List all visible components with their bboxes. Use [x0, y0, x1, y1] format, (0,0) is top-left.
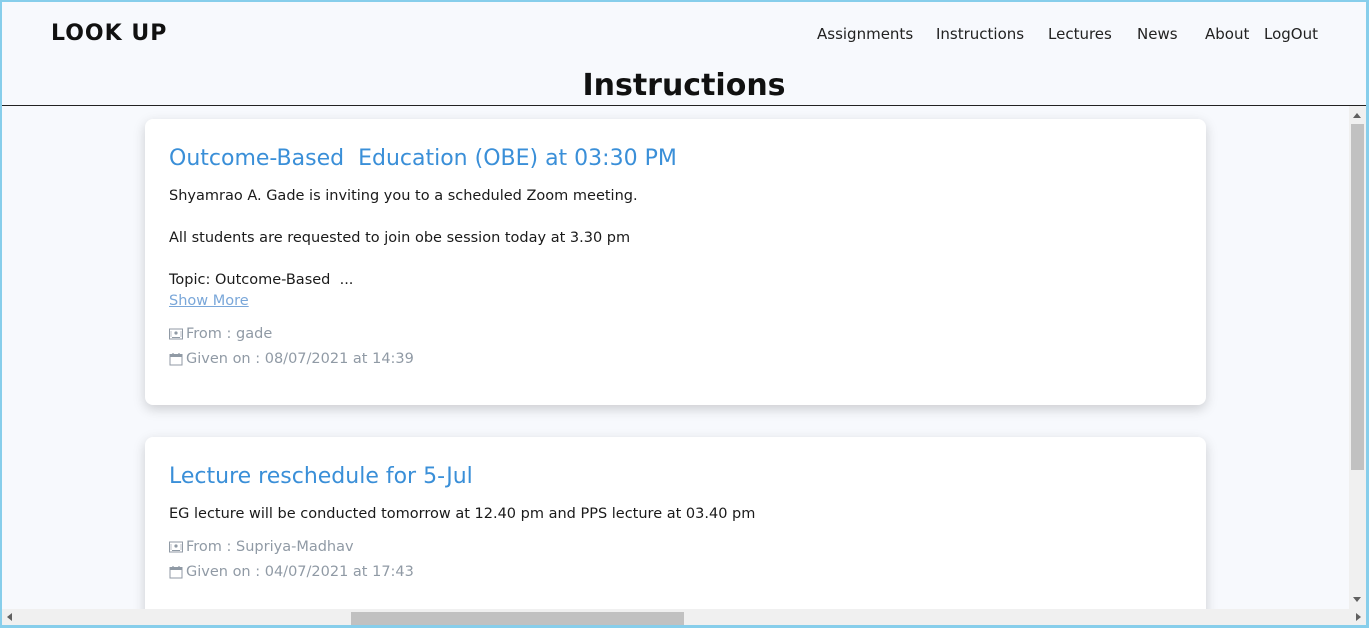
nav-lectures[interactable]: Lectures: [1048, 25, 1112, 43]
scroll-up-arrow-icon[interactable]: [1353, 113, 1361, 118]
vertical-scroll-thumb[interactable]: [1351, 124, 1364, 470]
show-more-link[interactable]: Show More: [169, 293, 249, 309]
card-given-on: Given on : 08/07/2021 at 14:39: [169, 351, 414, 367]
id-card-icon: [169, 328, 183, 340]
calendar-icon: [169, 566, 183, 579]
instruction-card: Outcome-Based Education (OBE) at 03:30 P…: [145, 119, 1206, 405]
card-from: From : Supriya-Madhav: [169, 539, 354, 555]
card-description-line: All students are requested to join obe s…: [169, 230, 631, 246]
brand-logo[interactable]: LOOK UP: [51, 21, 167, 46]
browser-frame: LOOK UP Assignments Instructions Lecture…: [2, 2, 1366, 625]
card-title[interactable]: Lecture reschedule for 5-Jul: [169, 464, 473, 489]
scroll-left-arrow-icon[interactable]: [7, 613, 12, 621]
nav-assignments[interactable]: Assignments: [817, 25, 913, 43]
card-given-on-text: Given on : 04/07/2021 at 17:43: [186, 564, 414, 580]
id-card-icon: [169, 541, 183, 553]
nav-instructions[interactable]: Instructions: [936, 25, 1024, 43]
card-description-line: Shyamrao A. Gade is inviting you to a sc…: [169, 188, 638, 204]
navbar: LOOK UP Assignments Instructions Lecture…: [2, 2, 1366, 106]
horizontal-scroll-thumb[interactable]: [351, 612, 684, 625]
calendar-icon: [169, 353, 183, 366]
card-given-on-text: Given on : 08/07/2021 at 14:39: [186, 351, 414, 367]
card-from-text: From : gade: [186, 326, 273, 342]
horizontal-scrollbar[interactable]: [2, 609, 1366, 625]
card-from-text: From : Supriya-Madhav: [186, 539, 354, 555]
card-description-line: EG lecture will be conducted tomorrow at…: [169, 506, 756, 522]
nav-news[interactable]: News: [1137, 25, 1178, 43]
page-title: Instructions: [582, 68, 786, 103]
card-description-line: Topic: Outcome-Based ...: [169, 272, 354, 288]
scroll-right-arrow-icon[interactable]: [1356, 613, 1361, 621]
card-from: From : gade: [169, 326, 272, 342]
card-title[interactable]: Outcome-Based Education (OBE) at 03:30 P…: [169, 146, 677, 171]
content-area[interactable]: Outcome-Based Education (OBE) at 03:30 P…: [2, 106, 1349, 609]
scroll-down-arrow-icon[interactable]: [1353, 597, 1361, 602]
nav-about[interactable]: About: [1205, 25, 1249, 43]
instruction-card: Lecture reschedule for 5-Jul EG lecture …: [145, 437, 1206, 609]
nav-logout[interactable]: LogOut: [1264, 25, 1318, 43]
card-given-on: Given on : 04/07/2021 at 17:43: [169, 564, 414, 580]
vertical-scrollbar[interactable]: [1349, 106, 1366, 609]
